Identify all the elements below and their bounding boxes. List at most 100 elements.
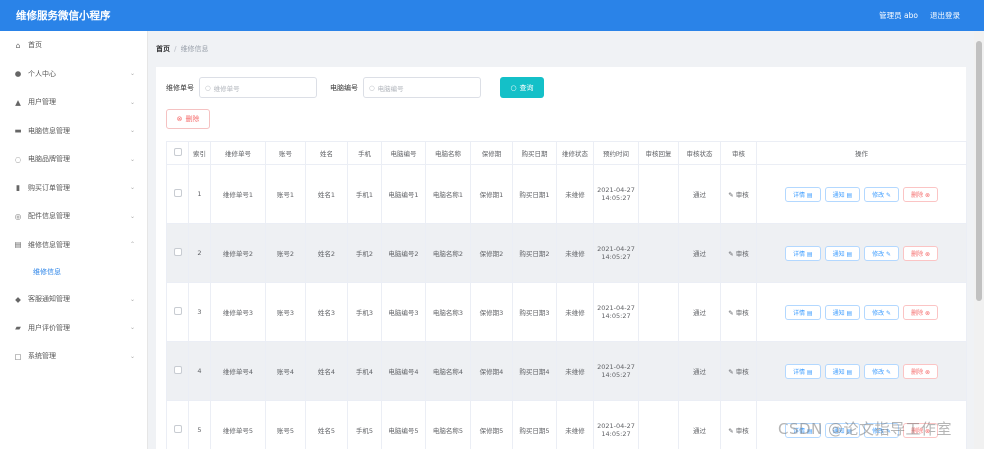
cell-name: 姓名2 (305, 223, 348, 283)
sidebar-item-system[interactable]: ▢ 系统管理 ⌄ (0, 342, 147, 371)
cell-name: 姓名4 (305, 341, 348, 401)
row-checkbox[interactable] (166, 400, 189, 449)
column-header: 预约时间 (593, 141, 639, 165)
row-checkbox[interactable] (166, 341, 189, 401)
cell-pc-name: 电脑名称5 (425, 400, 471, 449)
row-actions: 详情 ▤ 通知 ▤ 修改 ✎ 删除 ⊗ (756, 164, 967, 224)
cell-phone: 手机2 (347, 223, 382, 283)
chevron-down-icon: ⌄ (129, 155, 135, 163)
page-scrollbar[interactable] (974, 31, 984, 449)
user-name[interactable]: 管理员 abo (879, 10, 918, 21)
column-header: 维修单号 (210, 141, 266, 165)
breadcrumb-separator: / (174, 45, 177, 53)
query-button[interactable]: ○ 查询 (500, 77, 544, 98)
chevron-up-icon: ⌃ (129, 241, 135, 249)
detail-button[interactable]: 详情 ▤ (784, 363, 821, 379)
edit-button[interactable]: 修改 ✎ (864, 245, 900, 261)
pc-no-placeholder: 电脑编号 (377, 84, 404, 93)
order-no-input[interactable]: ○ 维修单号 (199, 77, 317, 98)
audit-link[interactable]: ✎ 审核 (720, 164, 757, 224)
sidebar-item-users[interactable]: ▲ 用户管理 ⌄ (0, 88, 147, 117)
pc-no-input[interactable]: ○ 电脑编号 (363, 77, 481, 98)
breadcrumb: 首页 / 维修信息 (156, 44, 209, 54)
sidebar-item-repair-info[interactable]: 维修信息 (0, 259, 147, 285)
sidebar-item-label: 维修信息管理 (28, 240, 70, 249)
sidebar-item-reviews[interactable]: ▰ 用户评价管理 ⌄ (0, 314, 147, 343)
delete-button[interactable]: 删除 ⊗ (903, 186, 939, 202)
sidebar-item-computers[interactable]: ▬ 电脑信息管理 ⌄ (0, 117, 147, 146)
sidebar-item-repairs[interactable]: ▤ 维修信息管理 ⌃ (0, 231, 147, 260)
delete-button[interactable]: 删除 ⊗ (903, 304, 939, 320)
notify-button[interactable]: 通知 ▤ (824, 245, 861, 261)
cell-reply (638, 164, 679, 224)
sidebar-item-brands[interactable]: ◌ 电脑品牌管理 ⌄ (0, 145, 147, 174)
chevron-down-icon: ⌄ (129, 324, 135, 332)
detail-button[interactable]: 详情 ▤ (784, 245, 821, 261)
detail-button[interactable]: 详情 ▤ (784, 304, 821, 320)
edit-button[interactable]: 修改 ✎ (864, 304, 900, 320)
sidebar-item-profile[interactable]: ● 个人中心 ⌄ (0, 60, 147, 89)
breadcrumb-home[interactable]: 首页 (156, 45, 170, 53)
column-header: 审核 (720, 141, 757, 165)
cell-buy-date: 购买日期1 (512, 164, 557, 224)
cell-phone: 手机3 (347, 282, 382, 342)
main-content: 首页 / 维修信息 维修单号 ○ 维修单号 电脑编号 ○ 电脑编号 ○ 查询 ⊗ 删除 索引… (148, 31, 974, 449)
cell-time: 2021-04-27 14:05:27 (593, 164, 639, 224)
cell-order-no: 维修单号2 (210, 223, 266, 283)
cell-order-no: 维修单号3 (210, 282, 266, 342)
sidebar-item-label: 电脑品牌管理 (28, 155, 70, 164)
delete-icon: ⊗ (176, 115, 183, 123)
row-checkbox[interactable] (166, 223, 189, 283)
column-header: 审核回复 (638, 141, 679, 165)
sidebar-item-notify[interactable]: ◆ 客服通知管理 ⌄ (0, 285, 147, 314)
detail-button[interactable]: 详情 ▤ (784, 186, 821, 202)
content-panel: 维修单号 ○ 维修单号 电脑编号 ○ 电脑编号 ○ 查询 ⊗ 删除 索引 维修单号 账号… (156, 67, 967, 449)
sidebar-item-orders[interactable]: ▮ 购买订单管理 ⌄ (0, 174, 147, 203)
cell-account: 账号1 (265, 164, 306, 224)
sidebar-item-label: 首页 (28, 41, 42, 50)
repair-icon: ▤ (14, 240, 22, 250)
column-header: 购买日期 (512, 141, 557, 165)
cell-name: 姓名5 (305, 400, 348, 449)
audit-link[interactable]: ✎ 审核 (720, 341, 757, 401)
edit-icon: ✎ (728, 368, 736, 376)
audit-link[interactable]: ✎ 审核 (720, 400, 757, 449)
cell-reply (638, 223, 679, 283)
cell-order-no: 维修单号4 (210, 341, 266, 401)
sidebar-item-label: 配件信息管理 (28, 212, 70, 221)
scrollbar-thumb[interactable] (976, 41, 982, 301)
cell-pc-name: 电脑名称1 (425, 164, 471, 224)
column-header: 姓名 (305, 141, 348, 165)
logout-link[interactable]: 退出登录 (930, 10, 960, 21)
cell-buy-date: 购买日期4 (512, 341, 557, 401)
cell-pc-name: 电脑名称4 (425, 341, 471, 401)
row-checkbox[interactable] (166, 164, 189, 224)
audit-link[interactable]: ✎ 审核 (720, 223, 757, 283)
edit-icon: ✎ (728, 250, 736, 258)
sidebar-item-parts[interactable]: ◎ 配件信息管理 ⌄ (0, 202, 147, 231)
review-icon: ▰ (15, 323, 21, 333)
delete-button[interactable]: 删除 ⊗ (903, 363, 939, 379)
edit-button[interactable]: 修改 ✎ (864, 363, 900, 379)
delete-button[interactable]: 删除 ⊗ (903, 245, 939, 261)
chevron-down-icon: ⌄ (129, 352, 135, 360)
notify-button[interactable]: 通知 ▤ (824, 304, 861, 320)
cell-audit-status: 通过 (678, 164, 721, 224)
audit-link[interactable]: ✎ 审核 (720, 282, 757, 342)
chevron-down-icon: ⌄ (129, 98, 135, 106)
cell-time: 2021-04-27 14:05:27 (593, 223, 639, 283)
batch-delete-button[interactable]: ⊗ 删除 (166, 109, 210, 129)
cell-warranty: 保修期3 (470, 282, 513, 342)
notify-button[interactable]: 通知 ▤ (824, 363, 861, 379)
sidebar-item-home[interactable]: ⌂ 首页 (0, 31, 147, 60)
notify-button[interactable]: 通知 ▤ (824, 186, 861, 202)
sidebar-item-label: 维修信息 (33, 268, 61, 276)
top-header: 维修服务微信小程序 管理员 abo 退出登录 (0, 0, 984, 31)
cell-index: 5 (188, 400, 211, 449)
edit-button[interactable]: 修改 ✎ (864, 186, 900, 202)
cell-name: 姓名1 (305, 164, 348, 224)
column-header: 电脑名称 (425, 141, 471, 165)
users-icon: ▲ (15, 97, 21, 107)
select-all-checkbox[interactable] (166, 141, 189, 165)
row-checkbox[interactable] (166, 282, 189, 342)
